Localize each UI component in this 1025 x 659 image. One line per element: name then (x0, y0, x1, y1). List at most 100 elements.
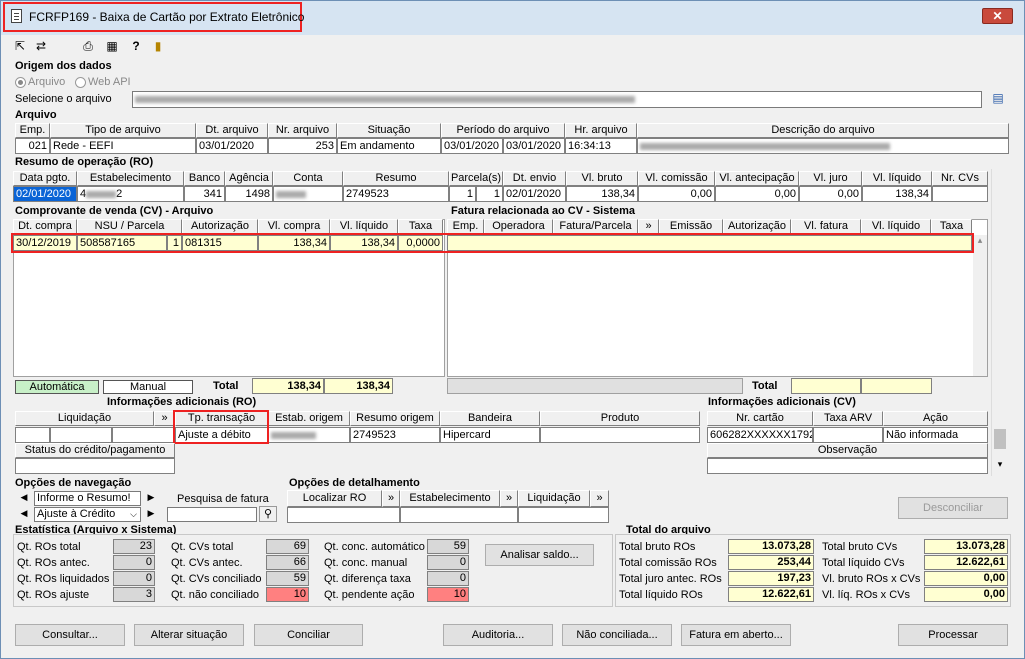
liquidacao-arrow[interactable]: » (590, 490, 609, 507)
fat-col-fatura: Fatura/Parcela (553, 219, 638, 234)
arq-periodo-ini[interactable]: 03/01/2020 (441, 138, 503, 154)
estat-label: Qt. não conciliado (171, 589, 260, 601)
col-periodo: Período do arquivo (441, 123, 565, 138)
fatura-scrollbar[interactable]: ▴ (973, 235, 987, 376)
ro-bruto[interactable]: 138,34 (566, 186, 638, 202)
ro-estab[interactable]: 42 (77, 186, 184, 202)
iro-bandeira[interactable]: Hipercard (440, 427, 540, 443)
ro-juro[interactable]: 0,00 (799, 186, 862, 202)
ro-conta[interactable] (273, 186, 343, 202)
detalhe-field-3[interactable] (518, 507, 609, 523)
iro-status[interactable] (15, 458, 175, 474)
ro-nrcvs[interactable] (932, 186, 988, 202)
search-input[interactable] (167, 507, 257, 522)
icv-taxa[interactable] (813, 427, 883, 443)
ro-liquido[interactable]: 138,34 (862, 186, 932, 202)
browse-icon[interactable]: ▤ (989, 91, 1007, 107)
desconciliar-button[interactable]: Desconciliar (898, 497, 1008, 519)
ro-banco[interactable]: 341 (184, 186, 225, 202)
total-value: 0,00 (924, 587, 1008, 602)
fat-total-label: Total (752, 380, 778, 392)
col-tipo: Tipo de arquivo (50, 123, 196, 138)
nav-section-title: Opções de navegação (15, 477, 132, 489)
radio-web-api[interactable]: Web API (75, 76, 131, 88)
arq-hr[interactable]: 16:34:13 (565, 138, 637, 154)
consultar-button[interactable]: Consultar... (15, 624, 125, 646)
calculator-icon[interactable]: ▦ (105, 39, 119, 53)
ro-parc1[interactable]: 1 (449, 186, 476, 202)
fatura-em-aberto-button[interactable]: Fatura em aberto... (681, 624, 791, 646)
iro-produto[interactable] (540, 427, 700, 443)
filter-icon[interactable]: ⇄ (34, 39, 48, 53)
nav-prev-2-icon[interactable]: ◀ (15, 508, 33, 523)
ro-col-estab: Estabelecimento (77, 171, 184, 186)
localizar-ro-arrow[interactable]: » (382, 490, 400, 507)
ro-col-nrcvs: Nr. CVs (932, 171, 988, 186)
total-value: 197,23 (728, 571, 814, 586)
iro-resumo[interactable]: 2749523 (350, 427, 440, 443)
arq-emp[interactable]: 021 (15, 138, 50, 154)
liquidacao-button[interactable]: Liquidação (518, 490, 590, 507)
ro-data[interactable]: 02/01/2020 (13, 186, 77, 202)
detalhe-field-2[interactable] (400, 507, 518, 523)
estabelecimento-arrow[interactable]: » (500, 490, 518, 507)
arq-nr[interactable]: 253 (268, 138, 337, 154)
iro-liq-3[interactable] (112, 427, 175, 443)
arq-tipo[interactable]: Rede - EEFI (50, 138, 196, 154)
total-value: 12.622,61 (728, 587, 814, 602)
iro-liq-2[interactable] (50, 427, 112, 443)
estat-label: Qt. conc. automático (324, 541, 425, 553)
help-icon[interactable]: ? (129, 39, 143, 53)
ro-col-banco: Banco (184, 171, 225, 186)
ro-resumo[interactable]: 2749523 (343, 186, 449, 202)
processar-button[interactable]: Processar (898, 624, 1008, 646)
arq-dt[interactable]: 03/01/2020 (196, 138, 268, 154)
door-icon[interactable]: ▮ (151, 39, 165, 53)
arq-descricao[interactable] (637, 138, 1009, 154)
total-label: Total comissão ROs (619, 557, 717, 569)
icv-acao[interactable]: Não informada (883, 427, 988, 443)
icv-obs[interactable] (707, 458, 988, 474)
nav-item-2[interactable]: Ajuste à Crédito ⌵ (34, 507, 141, 522)
localizar-ro-button[interactable]: Localizar RO (287, 490, 382, 507)
nav-item-1[interactable]: Informe o Resumo! (34, 491, 141, 506)
conciliar-button[interactable]: Conciliar (254, 624, 363, 646)
ro-agencia[interactable]: 1498 (225, 186, 273, 202)
detalhe-field-1[interactable] (287, 507, 400, 523)
ro-col-resumo: Resumo (343, 171, 449, 186)
icv-cartao[interactable]: 606282XXXXXX1792 (707, 427, 813, 443)
ro-comissao[interactable]: 0,00 (638, 186, 715, 202)
print-icon[interactable]: ⎙ (81, 39, 95, 53)
cv-total-liquido: 138,34 (324, 378, 393, 394)
ro-envio[interactable]: 02/01/2020 (503, 186, 566, 202)
chevron-down-icon[interactable]: ⌵ (130, 508, 137, 521)
nav-prev-1-icon[interactable]: ◀ (15, 492, 33, 507)
close-button[interactable]: ✕ (982, 8, 1013, 24)
info-ro-section-title: Informações adicionais (RO) (107, 396, 257, 408)
arq-situacao[interactable]: Em andamento (337, 138, 441, 154)
exit-icon[interactable]: ⇱ (13, 39, 27, 53)
auditoria-button[interactable]: Auditoria... (443, 624, 553, 646)
cv-col-liquido: Vl. líquido (330, 219, 398, 234)
iro-col-arrow[interactable]: » (154, 411, 175, 426)
ro-parc2[interactable]: 1 (476, 186, 503, 202)
alterar-situacao-button[interactable]: Alterar situação (134, 624, 244, 646)
fat-col-arrow[interactable]: » (638, 219, 659, 234)
nao-conciliada-button[interactable]: Não conciliada... (562, 624, 672, 646)
iro-liq-1[interactable] (15, 427, 50, 443)
fatura-hscroll[interactable] (447, 378, 743, 394)
scroll-thumb[interactable] (994, 429, 1006, 449)
file-input[interactable] (132, 91, 982, 108)
analisar-saldo-button[interactable]: Analisar saldo... (485, 544, 594, 566)
estat-value: 0 (427, 571, 469, 586)
nav-next-2-icon[interactable]: ▶ (142, 508, 160, 523)
iro-estab[interactable] (268, 427, 350, 443)
radio-arquivo[interactable]: Arquivo (15, 76, 65, 88)
estabelecimento-button[interactable]: Estabelecimento (400, 490, 500, 507)
ro-antecip[interactable]: 0,00 (715, 186, 799, 202)
nav-next-1-icon[interactable]: ▶ (142, 492, 160, 507)
iro-status-label: Status do crédito/pagamento (15, 443, 175, 458)
search-icon[interactable]: ⚲ (259, 506, 277, 522)
scroll-down-icon[interactable]: ▾ (994, 459, 1006, 471)
arq-periodo-fim[interactable]: 03/01/2020 (503, 138, 565, 154)
